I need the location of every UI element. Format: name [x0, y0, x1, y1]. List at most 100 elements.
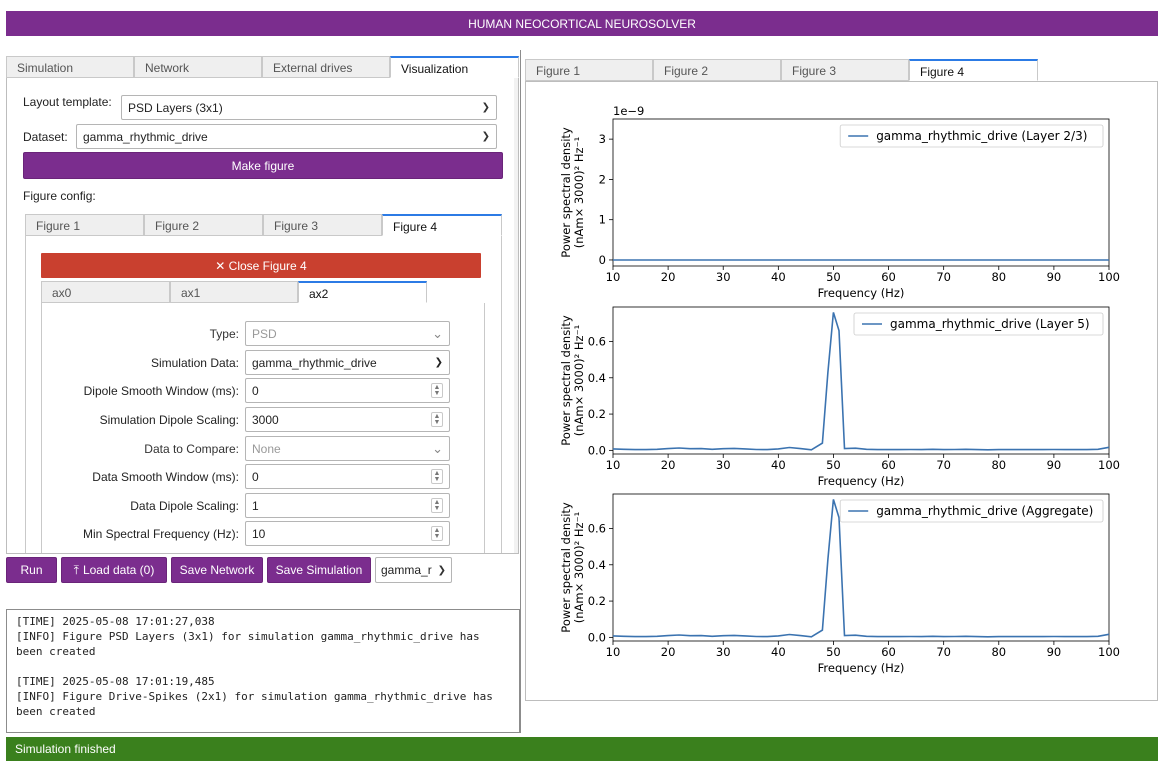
field-data-smooth: Data Smooth Window (ms): 0 ▲ ▼	[47, 464, 465, 489]
x-axis-label: Frequency (Hz)	[818, 661, 905, 675]
field-data-dipole-scaling: Data Dipole Scaling: 1 ▲ ▼	[47, 493, 465, 518]
scrollbar[interactable]	[514, 78, 518, 553]
tab-external-drives[interactable]: External drives	[262, 56, 390, 78]
stepper-icon[interactable]: ▲ ▼	[431, 469, 443, 484]
stepper-icon[interactable]: ▲ ▼	[431, 526, 443, 541]
load-data-label: Load data (0)	[82, 563, 155, 577]
chevron-down-icon: ⌄	[432, 325, 443, 341]
dataset-label: Dataset:	[23, 130, 68, 144]
x-tick-label: 60	[881, 458, 896, 472]
type-select[interactable]: PSD ⌄	[245, 321, 450, 346]
run-button[interactable]: Run	[6, 557, 57, 583]
y-tick-label: 0.4	[588, 558, 606, 572]
y-axis-label-units: (nAm× 3000)² Hz⁻¹	[572, 325, 586, 437]
x-tick-label: 50	[826, 645, 841, 659]
figure-config-label: Figure config:	[23, 189, 96, 203]
min-spectral-freq-input[interactable]: 10 ▲ ▼	[245, 521, 450, 546]
field-label: Dipole Smooth Window (ms):	[83, 383, 239, 398]
y-axis-label: Power spectral density	[559, 315, 573, 446]
chevron-down-icon: ⌄	[432, 440, 443, 456]
psd-figure: 10 20 30 40 50 60 70 80 90 100 0 1 2 3 Frequency (Hz) P…	[559, 104, 1120, 675]
x-tick-label: 90	[1047, 645, 1062, 659]
field-dipole-smooth: Dipole Smooth Window (ms): 0 ▲ ▼	[47, 378, 465, 403]
chevron-down-icon: ❯	[481, 131, 490, 142]
field-value: 0	[252, 469, 259, 484]
field-sim-dipole-scaling: Simulation Dipole Scaling: 3000 ▲ ▼	[47, 407, 465, 432]
x-axis-label: Frequency (Hz)	[818, 474, 905, 488]
x-tick-label: 60	[881, 645, 896, 659]
y-tick-label: 0.2	[588, 594, 606, 608]
stepper-icon[interactable]: ▲ ▼	[431, 498, 443, 513]
field-value: 10	[252, 526, 266, 541]
right-figure-tab-1[interactable]: Figure 1	[525, 59, 653, 81]
data-smooth-input[interactable]: 0 ▲ ▼	[245, 464, 450, 489]
data-dipole-scaling-input[interactable]: 1 ▲ ▼	[245, 493, 450, 518]
figure-tab-2[interactable]: Figure 2	[144, 214, 263, 236]
dipole-smooth-input[interactable]: 0 ▲ ▼	[245, 378, 450, 403]
dataset-value: gamma_rhythmic_drive	[83, 129, 208, 144]
field-label: Simulation Data:	[150, 355, 239, 370]
layout-template-value: PSD Layers (3x1)	[128, 100, 223, 115]
y-tick-label: 0.0	[588, 630, 606, 644]
y-axis-label: Power spectral density	[559, 127, 573, 258]
figure-tab-3[interactable]: Figure 3	[263, 214, 382, 236]
load-data-button[interactable]: ⤒ Load data (0)	[61, 557, 167, 583]
axis-tab-ax1[interactable]: ax1	[170, 281, 298, 303]
axis-tab-ax2[interactable]: ax2	[298, 281, 427, 303]
legend-label: gamma_rhythmic_drive (Aggregate)	[876, 504, 1093, 518]
field-simulation-data: Simulation Data: gamma_rhythmic_drive ❯	[47, 350, 465, 375]
x-tick-label: 100	[1098, 270, 1120, 284]
chevron-down-icon: ❯	[434, 357, 443, 368]
simulation-data-select[interactable]: gamma_rhythmic_drive ❯	[245, 350, 450, 375]
sim-dipole-scaling-input[interactable]: 3000 ▲ ▼	[245, 407, 450, 432]
field-value: 3000	[252, 412, 279, 427]
field-value: 1	[252, 498, 259, 513]
axis-tab-ax0[interactable]: ax0	[41, 281, 170, 303]
x-tick-label: 60	[881, 270, 896, 284]
log-output: [TIME] 2025-05-08 17:01:27,038 [INFO] Fig…	[6, 609, 520, 733]
figure-canvas-panel: 10 20 30 40 50 60 70 80 90 100 0 1 2 3 Frequency (Hz) P…	[525, 81, 1158, 701]
log-line: [TIME] 2025-05-08 17:01:27,038	[16, 615, 215, 628]
field-label: Type:	[209, 326, 239, 341]
x-tick-label: 70	[936, 270, 951, 284]
x-tick-label: 70	[936, 645, 951, 659]
x-tick-label: 90	[1047, 270, 1062, 284]
y-axis-label-units: (nAm× 3000)² Hz⁻¹	[572, 137, 586, 249]
field-value: 0	[252, 383, 259, 398]
stepper-icon[interactable]: ▲ ▼	[431, 383, 443, 398]
field-label: Data to Compare:	[144, 441, 239, 456]
y-tick-label: 0.0	[588, 443, 606, 457]
simulation-select[interactable]: gamma_r ❯	[375, 557, 452, 583]
field-data-to-compare: Data to Compare: None ⌄	[47, 436, 465, 461]
figure-tab-1[interactable]: Figure 1	[25, 214, 144, 236]
x-tick-label: 80	[991, 270, 1006, 284]
right-figure-tab-4[interactable]: Figure 4	[909, 59, 1038, 81]
tab-network[interactable]: Network	[134, 56, 262, 78]
tab-visualization[interactable]: Visualization	[390, 56, 519, 78]
layout-template-select[interactable]: PSD Layers (3x1) ❯	[121, 95, 497, 120]
figure-tab-4[interactable]: Figure 4	[382, 214, 502, 236]
dataset-select[interactable]: gamma_rhythmic_drive ❯	[76, 124, 497, 149]
chevron-down-icon: ❯	[437, 564, 446, 576]
save-network-button[interactable]: Save Network	[171, 557, 263, 583]
x-tick-label: 70	[936, 458, 951, 472]
x-tick-label: 40	[771, 458, 786, 472]
field-label: Data Smooth Window (ms):	[92, 469, 239, 484]
stepper-icon[interactable]: ▲ ▼	[431, 412, 443, 427]
x-tick-label: 10	[606, 458, 621, 472]
x-tick-label: 90	[1047, 458, 1062, 472]
right-figure-tab-2[interactable]: Figure 2	[653, 59, 781, 81]
right-figure-tab-3[interactable]: Figure 3	[781, 59, 909, 81]
right-tab-bar: Figure 1 Figure 2 Figure 3 Figure 4	[525, 59, 1038, 81]
save-simulation-button[interactable]: Save Simulation	[267, 557, 371, 583]
data-to-compare-select[interactable]: None ⌄	[245, 436, 450, 461]
tab-simulation[interactable]: Simulation	[6, 56, 134, 78]
x-tick-label: 30	[716, 458, 731, 472]
make-figure-button[interactable]: Make figure	[23, 152, 503, 179]
x-tick-label: 100	[1098, 645, 1120, 659]
legend-label: gamma_rhythmic_drive (Layer 5)	[890, 317, 1090, 331]
close-figure-button[interactable]: ✕ Close Figure 4	[41, 253, 481, 278]
x-tick-label: 10	[606, 645, 621, 659]
y-axis-label: Power spectral density	[559, 502, 573, 633]
